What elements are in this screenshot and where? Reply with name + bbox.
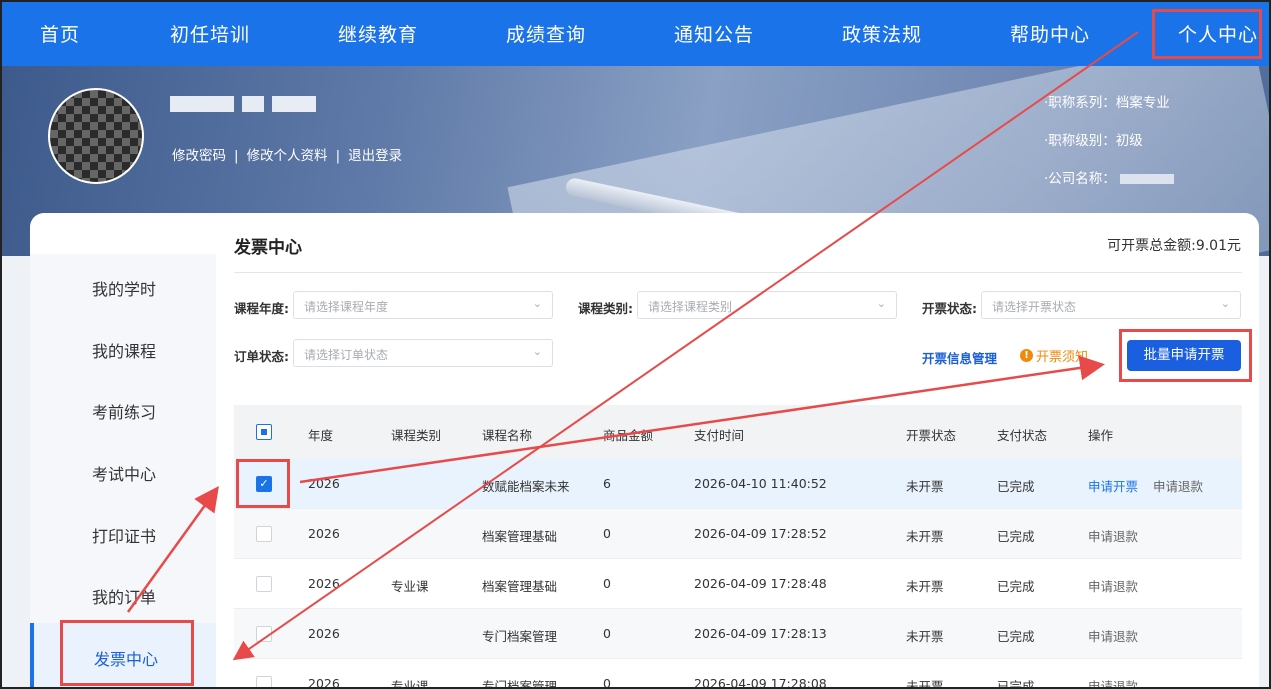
cell-name: 档案管理基础 <box>482 529 558 544</box>
filter-year-select[interactable]: 请选择课程年度 ⌄ <box>293 291 553 319</box>
avatar <box>48 88 144 184</box>
col-category: 课程类别 <box>391 428 442 443</box>
nav-notices[interactable]: 通知公告 <box>674 20 754 47</box>
cell-paid-at: 2026-04-09 17:28:52 <box>694 526 827 541</box>
cell-pay: 已完成 <box>997 629 1035 644</box>
cell-amount: 0 <box>603 576 611 591</box>
annotation-box-batch-button <box>1119 329 1252 382</box>
cell-year: 2026 <box>308 526 340 541</box>
sidebar-item-print-certificate[interactable]: 打印证书 <box>92 523 156 547</box>
sidebar-item-my-courses[interactable]: 我的课程 <box>92 338 156 362</box>
annotation-box-personal-center <box>1152 9 1262 59</box>
filter-invoice-status-select[interactable]: 请选择开票状态 ⌄ <box>981 291 1241 319</box>
cell-pay: 已完成 <box>997 479 1035 494</box>
filter-category-label: 课程类别: <box>578 301 633 316</box>
cell-year: 2026 <box>308 476 340 491</box>
cell-year: 2026 <box>308 576 340 591</box>
annotation-box-invoice-center <box>60 620 194 686</box>
top-nav: 首页 初任培训 继续教育 成绩查询 通知公告 政策法规 帮助中心 个人中心 <box>0 0 1271 66</box>
cell-category: 专业课 <box>391 679 429 689</box>
logout-link[interactable]: 退出登录 <box>348 148 402 164</box>
col-actions: 操作 <box>1088 428 1114 443</box>
cell-name: 专门档案管理 <box>482 679 558 689</box>
filter-invoice-status-label: 开票状态: <box>922 301 977 316</box>
cell-name: 专门档案管理 <box>482 629 558 644</box>
apply-refund-link[interactable]: 申请退款 <box>1153 476 1203 495</box>
col-year: 年度 <box>308 428 334 443</box>
cell-name: 档案管理基础 <box>482 579 558 594</box>
title-level: ·职称级别：初级 <box>1044 133 1143 149</box>
apply-refund-link[interactable]: 申请退款 <box>1088 576 1138 595</box>
cell-pay: 已完成 <box>997 679 1035 689</box>
nav-home[interactable]: 首页 <box>40 20 80 47</box>
nav-score-query[interactable]: 成绩查询 <box>506 20 586 47</box>
profile-links: 修改密码 | 修改个人资料 | 退出登录 <box>172 148 403 164</box>
change-password-link[interactable]: 修改密码 <box>172 148 226 164</box>
chevron-down-icon: ⌄ <box>532 345 542 358</box>
col-invoice-status: 开票状态 <box>906 428 957 443</box>
cell-amount: 0 <box>603 626 611 641</box>
warning-icon: ! <box>1020 349 1033 362</box>
filter-year-label: 课程年度: <box>234 301 289 316</box>
invoice-info-management-link[interactable]: 开票信息管理 <box>922 348 997 367</box>
col-pay-status: 支付状态 <box>997 428 1048 443</box>
cell-amount: 6 <box>603 476 611 491</box>
sidebar-item-my-orders[interactable]: 我的订单 <box>92 584 156 608</box>
nav-initial-training[interactable]: 初任培训 <box>170 20 250 47</box>
divider <box>234 272 1242 273</box>
edit-profile-link[interactable]: 修改个人资料 <box>247 148 328 164</box>
row-checkbox[interactable] <box>256 526 272 542</box>
cell-name: 数赋能档案未来 <box>482 479 570 494</box>
filter-category-select[interactable]: 请选择课程类别 ⌄ <box>637 291 897 319</box>
title-series: ·职称系列：档案专业 <box>1044 95 1170 111</box>
nav-continuing-education[interactable]: 继续教育 <box>338 20 418 47</box>
cell-pay: 已完成 <box>997 579 1035 594</box>
cell-invoice: 未开票 <box>906 479 944 494</box>
cell-invoice: 未开票 <box>906 679 944 689</box>
col-course-name: 课程名称 <box>482 428 533 443</box>
cell-amount: 0 <box>603 676 611 689</box>
row-checkbox[interactable] <box>256 676 272 689</box>
sidebar-item-study-hours[interactable]: 我的学时 <box>92 276 156 300</box>
cell-year: 2026 <box>308 626 340 641</box>
cell-paid-at: 2026-04-09 17:28:48 <box>694 576 827 591</box>
cell-invoice: 未开票 <box>906 629 944 644</box>
apply-refund-link[interactable]: 申请退款 <box>1088 676 1138 689</box>
cell-invoice: 未开票 <box>906 529 944 544</box>
cell-paid-at: 2026-04-09 17:28:13 <box>694 626 827 641</box>
annotation-box-row-checkbox <box>236 459 290 508</box>
cell-year: 2026 <box>308 676 340 689</box>
cell-category: 专业课 <box>391 579 429 594</box>
apply-invoice-link[interactable]: 申请开票 <box>1088 476 1138 495</box>
company-name: ·公司名称： <box>1044 167 1174 187</box>
invoice-notice-link[interactable]: ! 开票须知 <box>1020 346 1088 365</box>
cell-pay: 已完成 <box>997 529 1035 544</box>
sidebar-item-practice[interactable]: 考前练习 <box>92 399 156 423</box>
nav-policies[interactable]: 政策法规 <box>842 20 922 47</box>
apply-refund-link[interactable]: 申请退款 <box>1088 626 1138 645</box>
apply-refund-link[interactable]: 申请退款 <box>1088 526 1138 545</box>
col-pay-time: 支付时间 <box>694 428 745 443</box>
filter-order-status-label: 订单状态: <box>234 349 289 364</box>
cell-paid-at: 2026-04-09 17:28:08 <box>694 676 827 689</box>
filter-order-status-select[interactable]: 请选择订单状态 ⌄ <box>293 339 553 367</box>
chevron-down-icon: ⌄ <box>532 297 542 310</box>
username-redacted <box>170 96 316 112</box>
company-name-redacted <box>1119 174 1174 184</box>
cell-paid-at: 2026-04-10 11:40:52 <box>694 476 827 491</box>
chevron-down-icon: ⌄ <box>1220 297 1230 310</box>
select-all-checkbox[interactable] <box>256 424 272 440</box>
sidebar-item-exam-center[interactable]: 考试中心 <box>92 461 156 485</box>
cell-invoice: 未开票 <box>906 579 944 594</box>
page-title: 发票中心 <box>234 238 302 258</box>
col-amount: 商品金额 <box>603 428 654 443</box>
chevron-down-icon: ⌄ <box>876 297 886 310</box>
row-checkbox[interactable] <box>256 576 272 592</box>
nav-help-center[interactable]: 帮助中心 <box>1010 20 1090 47</box>
total-invoiceable-amount: 可开票总金额:9.01元 <box>1107 238 1241 254</box>
row-checkbox[interactable] <box>256 626 272 642</box>
cell-amount: 0 <box>603 526 611 541</box>
